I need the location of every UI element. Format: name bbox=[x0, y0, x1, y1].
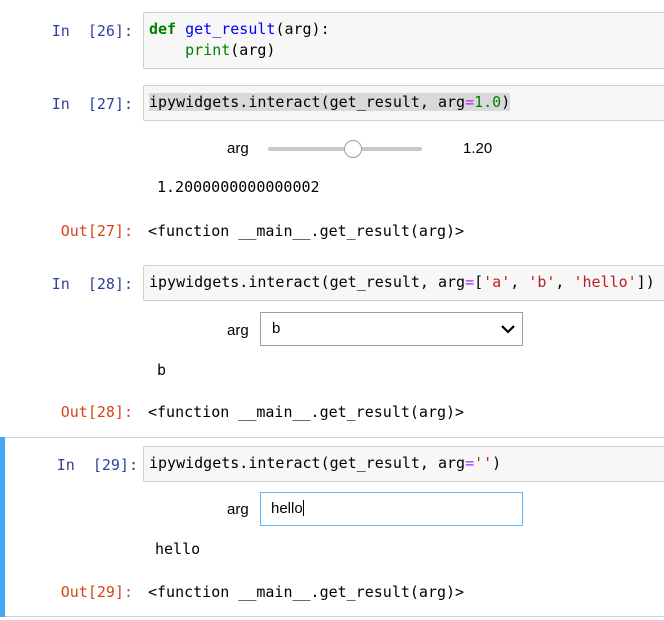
output-result: <function __main__.get_result(arg)> bbox=[148, 403, 465, 421]
code-text: ) bbox=[492, 454, 502, 472]
input-prompt: In [28]: bbox=[51, 275, 133, 293]
text-label: arg bbox=[227, 501, 249, 518]
code-text: ) bbox=[501, 93, 511, 111]
string-literal: 'b' bbox=[528, 273, 556, 291]
code-text: , bbox=[555, 273, 574, 291]
code-text: (arg): bbox=[275, 20, 330, 38]
string-literal: 'a' bbox=[483, 273, 511, 291]
code-text: (arg) bbox=[230, 41, 276, 59]
output-result: <function __main__.get_result(arg)> bbox=[148, 222, 465, 240]
code-text: [ bbox=[474, 273, 484, 291]
code-text: ]) bbox=[636, 273, 655, 291]
output-prompt: Out[28]: bbox=[60, 403, 133, 421]
builtin: print bbox=[185, 41, 231, 59]
float-slider-handle[interactable] bbox=[344, 140, 362, 158]
text-caret bbox=[302, 500, 304, 516]
code-editor[interactable]: ipywidgets.interact(get_result, arg=1.0) bbox=[143, 85, 664, 121]
number-literal: 1.0 bbox=[474, 93, 502, 111]
code-text: ipywidgets.interact(get_result, arg bbox=[149, 93, 466, 111]
code-cell-26[interactable]: In [26]: def get_result(arg): print(arg) bbox=[0, 0, 664, 75]
input-prompt: In [29]: bbox=[56, 456, 138, 474]
dropdown-select[interactable]: b bbox=[260, 312, 523, 346]
dropdown-label: arg bbox=[227, 322, 249, 339]
code-text: ipywidgets.interact(get_result, arg bbox=[149, 454, 466, 472]
code-editor[interactable]: def get_result(arg): print(arg) bbox=[143, 12, 664, 69]
input-prompt: In [27]: bbox=[51, 95, 133, 113]
keyword: def bbox=[149, 20, 177, 38]
code-highlight: ipywidgets.interact(get_result, arg=1.0) bbox=[149, 93, 511, 111]
stdout-output: b bbox=[157, 361, 167, 379]
text-input[interactable]: hello bbox=[260, 492, 523, 526]
code-text: , bbox=[510, 273, 529, 291]
slider-label: arg bbox=[227, 140, 249, 157]
code-cell-29[interactable]: In [29]: ipywidgets.interact(get_result,… bbox=[0, 437, 664, 617]
code-editor[interactable]: ipywidgets.interact(get_result, arg=['a'… bbox=[143, 265, 664, 301]
output-result: <function __main__.get_result(arg)> bbox=[148, 583, 465, 601]
stdout-output: 1.2000000000000002 bbox=[157, 178, 320, 196]
stdout-output: hello bbox=[155, 540, 201, 558]
chevron-down-icon bbox=[501, 325, 515, 334]
operator: = bbox=[465, 454, 475, 472]
string-literal: 'hello' bbox=[573, 273, 637, 291]
input-prompt: In [26]: bbox=[51, 22, 133, 40]
code-cell-27[interactable]: In [27]: ipywidgets.interact(get_result,… bbox=[0, 75, 664, 255]
code-editor[interactable]: ipywidgets.interact(get_result, arg='') bbox=[143, 446, 664, 482]
string-literal: '' bbox=[474, 454, 493, 472]
operator: = bbox=[465, 93, 475, 111]
text-input-value: hello bbox=[271, 500, 303, 517]
output-prompt: Out[29]: bbox=[60, 583, 133, 601]
function-name: get_result bbox=[185, 20, 276, 38]
code-text: ipywidgets.interact(get_result, arg bbox=[149, 273, 466, 291]
slider-readout[interactable]: 1.20 bbox=[463, 140, 492, 157]
operator: = bbox=[465, 273, 475, 291]
output-prompt: Out[27]: bbox=[60, 222, 133, 240]
dropdown-value: b bbox=[272, 320, 281, 337]
code-cell-28[interactable]: In [28]: ipywidgets.interact(get_result,… bbox=[0, 255, 664, 435]
